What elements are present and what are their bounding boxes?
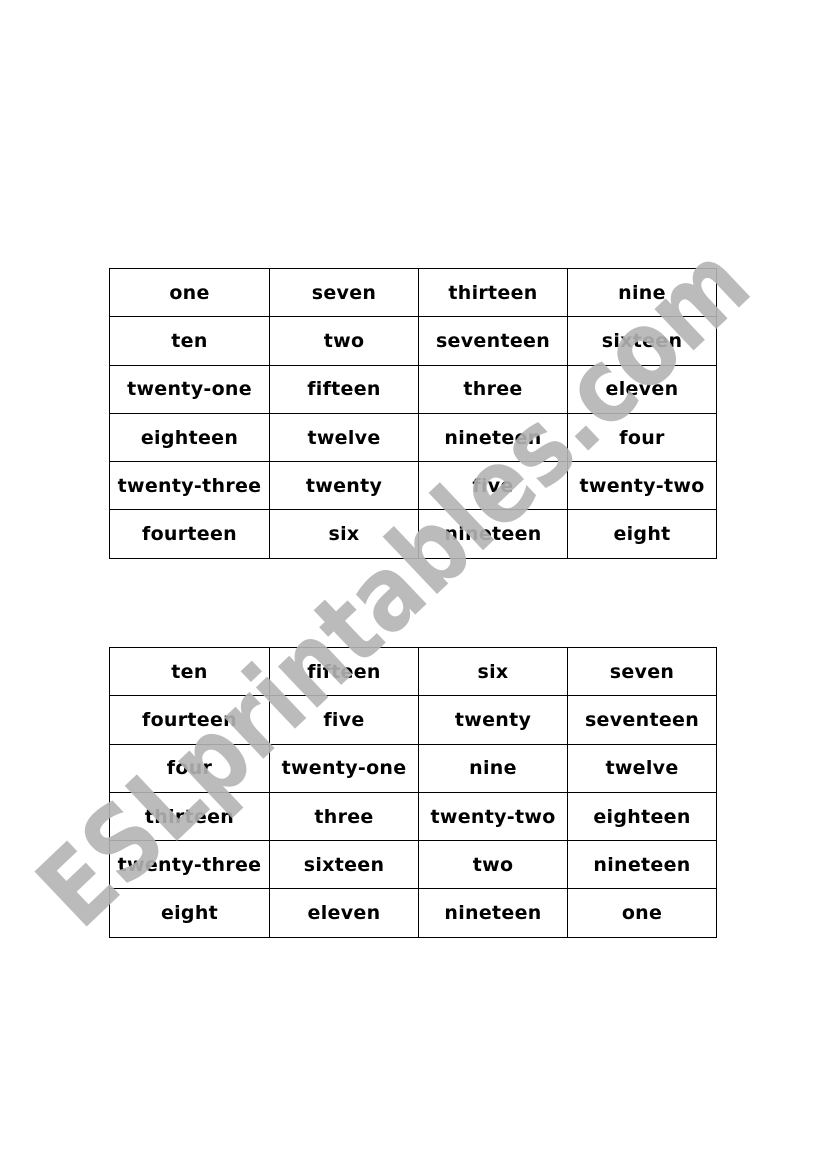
table-row: eight eleven nineteen one [109,888,717,938]
word-cell: fifteen [269,646,419,697]
word-cell: two [269,316,419,366]
word-cell: twenty-one [109,364,270,414]
word-cell: three [269,791,419,842]
word-cell: twenty-two [418,791,568,842]
table-row: twenty-one fifteen three eleven [109,364,717,414]
table-row: one seven thirteen nine [109,267,717,318]
word-cell: sixteen [567,316,717,366]
word-cell: ten [109,316,270,366]
word-cell: twelve [567,743,717,793]
word-cell: seventeen [567,695,717,745]
word-cell: twenty [418,695,568,745]
word-cell: one [109,267,270,318]
word-cell: twenty-three [109,840,270,890]
word-cell: nineteen [418,509,568,559]
word-cell: nine [567,267,717,318]
word-cell: twenty-one [269,743,419,793]
word-cell: seven [269,267,419,318]
table-row: ten two seventeen sixteen [109,316,717,366]
worksheet-page: one seven thirteen nine ten two seventee… [0,0,826,1169]
word-cell: sixteen [269,840,419,890]
word-cell: six [269,509,419,559]
word-cell: twenty-three [109,461,270,511]
word-cell: seventeen [418,316,568,366]
word-cell: nineteen [418,888,568,938]
word-cell: nine [418,743,568,793]
table-row: fourteen six nineteen eight [109,509,717,559]
word-cell: four [109,743,270,793]
word-cell: twelve [269,412,419,463]
table-row: ten fifteen six seven [109,646,717,697]
watermark: ESLprintables.com [0,0,826,1169]
word-cell: six [418,646,568,697]
table-row: fourteen five twenty seventeen [109,695,717,745]
word-cell: nineteen [418,412,568,463]
word-cell: thirteen [109,791,270,842]
word-cell: eleven [269,888,419,938]
word-cell: eleven [567,364,717,414]
bingo-card-1: one seven thirteen nine ten two seventee… [109,267,717,559]
word-cell: fourteen [109,695,270,745]
table-row: eighteen twelve nineteen four [109,412,717,463]
word-cell: eighteen [567,791,717,842]
word-cell: seven [567,646,717,697]
word-cell: fourteen [109,509,270,559]
word-cell: eight [109,888,270,938]
word-cell: fifteen [269,364,419,414]
word-cell: twenty-two [567,461,717,511]
word-cell: three [418,364,568,414]
word-cell: nineteen [567,840,717,890]
bingo-card-2: ten fifteen six seven fourteen five twen… [109,646,717,938]
word-cell: twenty [269,461,419,511]
word-cell: thirteen [418,267,568,318]
word-cell: eight [567,509,717,559]
table-row: twenty-three sixteen two nineteen [109,840,717,890]
word-cell: ten [109,646,270,697]
table-row: twenty-three twenty five twenty-two [109,461,717,511]
word-cell: five [418,461,568,511]
table-row: four twenty-one nine twelve [109,743,717,793]
word-cell: eighteen [109,412,270,463]
word-cell: four [567,412,717,463]
table-row: thirteen three twenty-two eighteen [109,791,717,842]
word-cell: one [567,888,717,938]
word-cell: two [418,840,568,890]
word-cell: five [269,695,419,745]
